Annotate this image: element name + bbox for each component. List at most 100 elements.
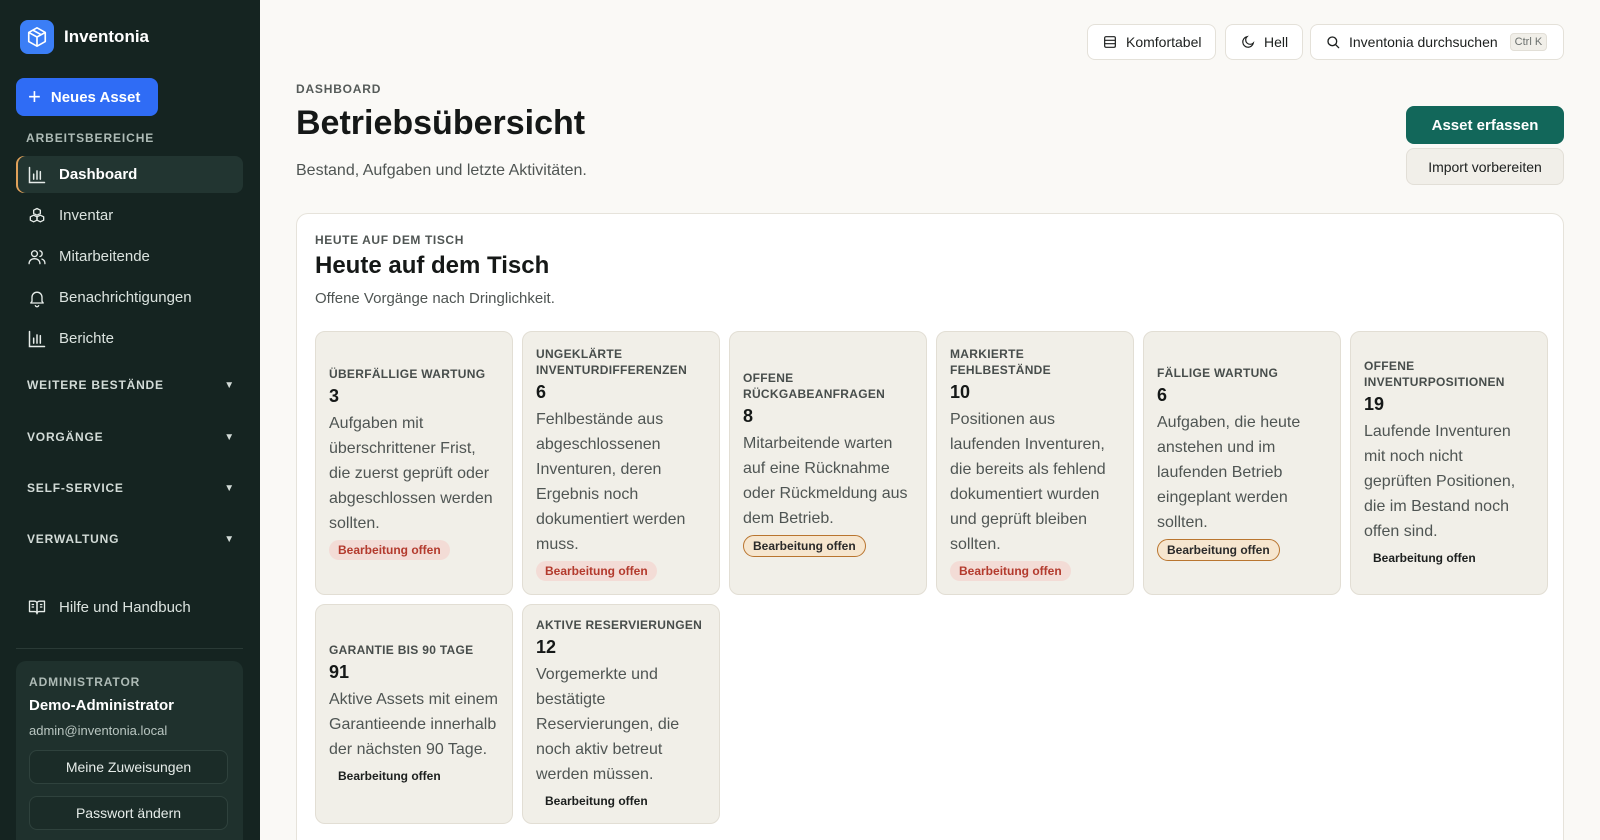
cube-logo-icon <box>20 20 54 54</box>
panel-eyebrow: HEUTE AUF DEM TISCH <box>315 233 464 247</box>
sidebar-group-self-service[interactable]: SELF-SERVICE ▼ <box>27 481 235 495</box>
my-assignments-button[interactable]: Meine Zuweisungen <box>29 750 228 784</box>
status-badge: Bearbeitung offen <box>536 560 657 581</box>
task-card-fehlbestaende[interactable]: Markierte Fehlbestände 10 Positionen aus… <box>936 331 1134 595</box>
card-description: Positionen aus laufenden Inventuren, die… <box>950 410 1106 553</box>
sidebar-item-label: Dashboard <box>59 166 138 183</box>
sidebar-item-dashboard[interactable]: Dashboard <box>16 156 243 193</box>
sidebar-group-vorgaenge[interactable]: VORGÄNGE ▼ <box>27 430 235 444</box>
density-toggle-button[interactable]: Komfortabel <box>1087 24 1217 60</box>
task-card-reservierungen[interactable]: Aktive Reservierungen 12 Vorgemerkte und… <box>522 604 720 824</box>
card-value: 10 <box>950 381 971 402</box>
card-label: Ungeklärte Inventurdifferenzen <box>536 346 688 377</box>
sidebar-item-mitarbeitende[interactable]: Mitarbeitende <box>16 238 243 275</box>
card-value: 6 <box>1157 385 1168 405</box>
group-label: VERWALTUNG <box>27 532 120 546</box>
group-label: SELF-SERVICE <box>27 481 124 495</box>
task-cards: Überfällige Wartung 3 Aufgaben mit übers… <box>315 331 1548 824</box>
brand[interactable]: Inventonia <box>20 20 149 54</box>
card-description: Aufgaben mit überschrittener Frist, die … <box>329 415 493 532</box>
import-vorbereiten-button[interactable]: Import vorbereiten <box>1406 148 1564 185</box>
theme-toggle-button[interactable]: Hell <box>1225 24 1304 60</box>
today-panel: HEUTE AUF DEM TISCH Heute auf dem Tisch … <box>296 213 1564 840</box>
task-card-faellige-wartung[interactable]: Fällige Wartung 6 Aufgaben, die heute an… <box>1143 331 1341 595</box>
card-description: Aufgaben, die heute anstehen und im lauf… <box>1157 414 1301 531</box>
status-badge: Bearbeitung offen <box>338 769 441 783</box>
search-icon <box>1327 36 1340 49</box>
asset-erfassen-button[interactable]: Asset erfassen <box>1406 106 1564 144</box>
triangle-down-icon: ▼ <box>224 379 235 391</box>
sidebar-item-label: Berichte <box>59 330 115 347</box>
admin-role: ADMINISTRATOR <box>29 675 141 689</box>
status-badge: Bearbeitung offen <box>545 794 648 808</box>
search-button[interactable]: Inventonia durchsuchen Ctrl K <box>1310 24 1564 60</box>
page-title: Betriebsübersicht <box>296 104 586 142</box>
card-label: Offene Inventurpositionen <box>1364 359 1505 389</box>
triangle-down-icon: ▼ <box>224 533 235 545</box>
search-label: Inventonia durchsuchen <box>1349 34 1498 50</box>
book-icon <box>28 600 46 615</box>
card-value: 91 <box>329 662 350 682</box>
status-badge: Bearbeitung offen <box>743 534 866 557</box>
sidebar: Inventonia + Neues Asset ARBEITSBEREICHE… <box>0 0 260 840</box>
card-description: Laufende Inventuren mit noch nicht geprü… <box>1364 423 1516 540</box>
admin-email: admin@inventonia.local <box>29 723 168 738</box>
status-badge: Bearbeitung offen <box>1373 551 1476 565</box>
card-description: Mitarbeitende warten auf eine Rücknahme … <box>743 434 908 527</box>
card-label: Überfällige Wartung <box>329 367 486 381</box>
card-description: Fehlbestände aus abgeschlossenen Inventu… <box>536 410 686 553</box>
card-label: Garantie bis 90 Tage <box>329 643 474 657</box>
admin-card: ADMINISTRATOR Demo-Administrator admin@i… <box>16 661 243 840</box>
theme-label: Hell <box>1264 34 1289 50</box>
card-value: 3 <box>329 386 340 406</box>
sidebar-item-label: Mitarbeitende <box>59 248 150 265</box>
bell-icon <box>30 291 44 307</box>
panel-title: Heute auf dem Tisch <box>315 252 550 279</box>
page-subtitle: Bestand, Aufgaben und letzte Aktivitäten… <box>296 162 587 179</box>
app-name: Inventonia <box>64 27 150 46</box>
triangle-down-icon: ▼ <box>224 431 235 443</box>
change-password-button[interactable]: Passwort ändern <box>29 796 228 830</box>
plus-icon: + <box>28 84 41 109</box>
task-card-rueckgabeanfragen[interactable]: Offene Rückgabeanfragen 8 Mitarbeitende … <box>729 331 927 595</box>
task-card-ueberfaellige-wartung[interactable]: Überfällige Wartung 3 Aufgaben mit übers… <box>315 331 513 595</box>
users-icon <box>28 249 46 264</box>
task-card-inventurdifferenzen[interactable]: Ungeklärte Inventurdifferenzen 6 Fehlbes… <box>522 331 720 595</box>
new-asset-label: Neues Asset <box>50 88 141 106</box>
card-value: 6 <box>536 381 547 402</box>
sidebar-divider <box>16 648 243 649</box>
task-card-garantie[interactable]: Garantie bis 90 Tage 91 Aktive Assets mi… <box>315 604 513 824</box>
sidebar-group-verwaltung[interactable]: VERWALTUNG ▼ <box>27 532 235 546</box>
help-label: Hilfe und Handbuch <box>59 598 191 616</box>
sidebar-nav: Dashboard Inventar Mitarbeitende Benachr… <box>16 156 243 361</box>
section-label-workspaces: ARBEITSBEREICHE <box>26 131 155 145</box>
boxes-icon <box>29 207 45 222</box>
density-label: Komfortabel <box>1126 34 1202 50</box>
status-badge: Bearbeitung offen <box>950 560 1071 581</box>
card-label: Fällige Wartung <box>1157 366 1279 380</box>
group-label: WEITERE BESTÄNDE <box>27 378 164 392</box>
card-description: Aktive Assets mit einem Garantieende inn… <box>329 691 498 758</box>
bar-chart-icon <box>28 330 46 347</box>
sidebar-item-label: Benachrichtigungen <box>59 289 192 306</box>
moon-icon <box>1242 35 1255 48</box>
card-label: Markierte Fehlbestände <box>950 346 1051 377</box>
sidebar-item-label: Inventar <box>59 207 114 224</box>
help-link[interactable]: Hilfe und Handbuch <box>16 590 243 624</box>
bar-chart-icon <box>28 166 46 183</box>
card-value: 12 <box>536 637 557 657</box>
table-icon <box>1104 36 1116 48</box>
card-description: Vorgemerkte und bestätigte Reservierunge… <box>536 666 680 783</box>
panel-subtitle: Offene Vorgänge nach Dringlichkeit. <box>315 290 555 307</box>
sidebar-item-inventar[interactable]: Inventar <box>16 197 243 234</box>
new-asset-button[interactable]: + Neues Asset <box>16 78 158 116</box>
task-card-inventurpositionen[interactable]: Offene Inventurpositionen 19 Laufende In… <box>1350 331 1548 595</box>
card-value: 19 <box>1364 394 1385 414</box>
sidebar-group-weitere-bestaende[interactable]: WEITERE BESTÄNDE ▼ <box>27 378 235 392</box>
sidebar-item-benachrichtigungen[interactable]: Benachrichtigungen <box>16 279 243 316</box>
breadcrumb: DASHBOARD <box>296 82 382 96</box>
triangle-down-icon: ▼ <box>224 482 235 494</box>
card-label: Aktive Reservierungen <box>536 618 703 632</box>
card-value: 8 <box>743 405 754 426</box>
sidebar-item-berichte[interactable]: Berichte <box>16 320 243 357</box>
